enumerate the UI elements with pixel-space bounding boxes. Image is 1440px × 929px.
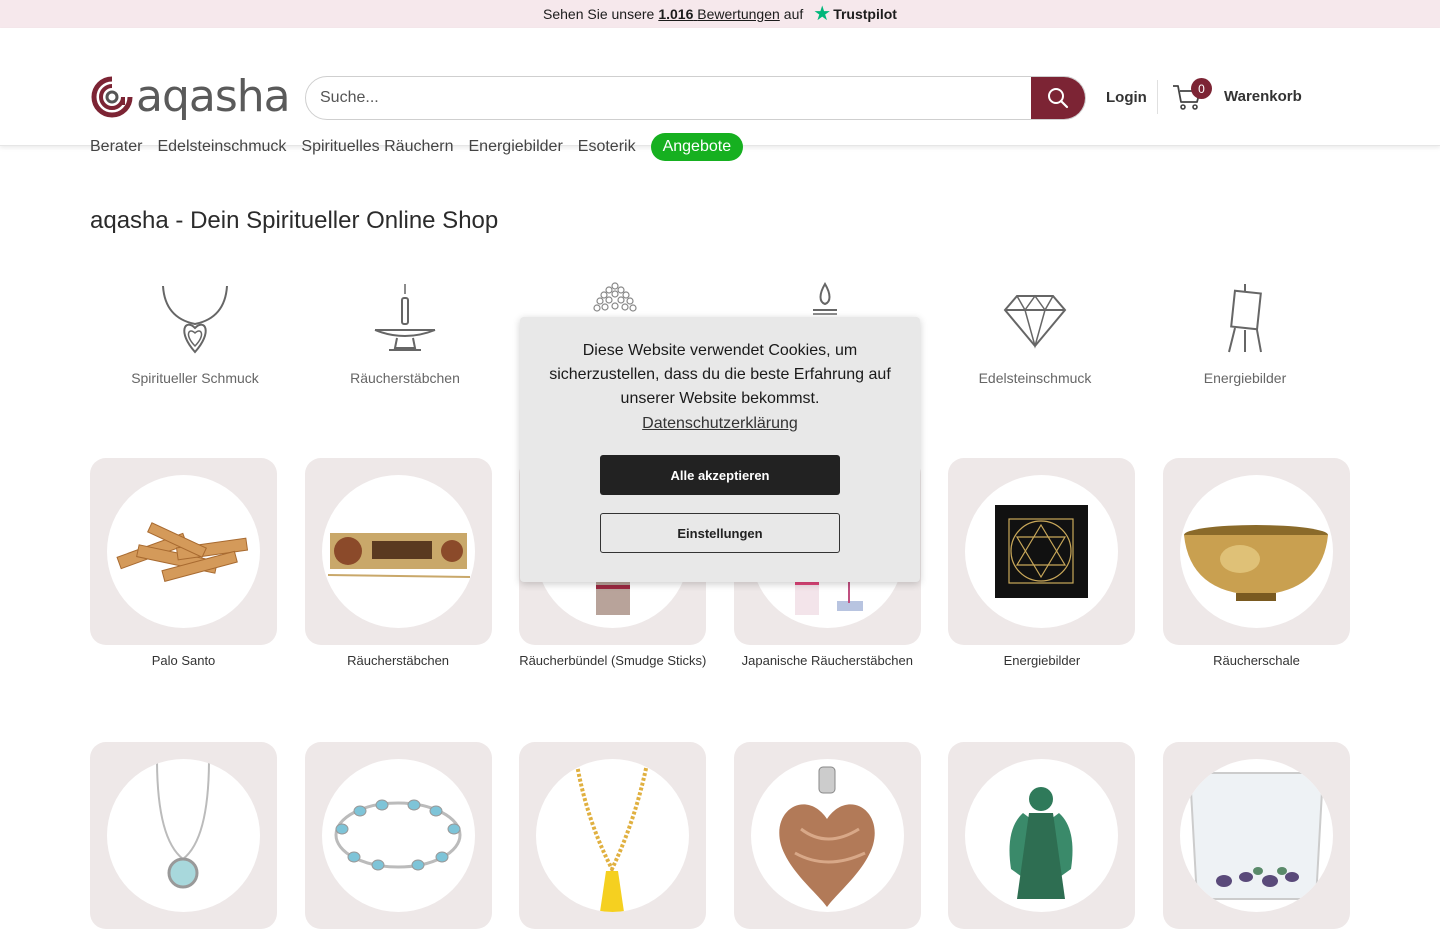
tile-image-circle [1179, 759, 1333, 912]
category-raeucherstaebchen[interactable]: Räucherstäbchen [300, 280, 510, 386]
category-energiebilder[interactable]: Energiebilder [1140, 280, 1350, 386]
site-logo[interactable]: aqasha [90, 71, 291, 122]
heart-pendant-image [779, 766, 875, 907]
search-input[interactable] [306, 77, 1031, 119]
search-icon [1048, 88, 1069, 109]
tile-image-box [1162, 742, 1350, 929]
cart-count-badge: 0 [1191, 78, 1212, 99]
trustpilot-logo[interactable]: ★ Trustpilot [813, 4, 897, 24]
tile-image-box [1162, 458, 1350, 645]
tile-label: Palo Santo [151, 653, 216, 668]
tile-label: Japanische Räucherstäbchen [741, 653, 913, 668]
incense-holder-icon [374, 284, 436, 351]
palo-santo-image [116, 522, 249, 582]
sri-yantra-image [995, 505, 1089, 598]
nav-item-esoterik[interactable]: Esoterik [578, 138, 636, 156]
tile-image-box [90, 742, 277, 929]
tile-raeucherstaebchen[interactable]: Räucherstäbchen [304, 458, 492, 668]
cookie-settings-button[interactable]: Einstellungen [600, 513, 840, 553]
reviews-link[interactable]: 1.016 Bewertungen [658, 6, 779, 22]
tile-label: Räucherbündel (Smudge Sticks) [519, 653, 707, 668]
cart-link[interactable]: Warenkorb [1224, 88, 1302, 105]
trustpilot-brand: Trustpilot [833, 6, 897, 22]
incense-box-image [327, 533, 470, 578]
page-title: aqasha - Dein Spiritueller Online Shop [90, 207, 499, 234]
tile-image-circle [107, 759, 260, 912]
search-bar [305, 76, 1086, 120]
category-spiritueller-schmuck[interactable]: Spiritueller Schmuck [90, 280, 300, 386]
logo-mark-icon [91, 76, 133, 118]
tile-palo-santo[interactable]: Palo Santo [90, 458, 277, 668]
tile-mala-necklace[interactable] [519, 742, 707, 929]
category-edelsteinschmuck[interactable]: Edelsteinschmuck [930, 280, 1140, 386]
main-nav: Berater Edelsteinschmuck Spirituelles Rä… [90, 133, 744, 161]
tile-image-box [519, 742, 707, 929]
tile-raeucherschale[interactable]: Räucherschale [1162, 458, 1350, 668]
reviews-count: 1.016 [658, 6, 694, 22]
logo-text: aqasha [136, 71, 291, 122]
tile-label: Energiebilder [1003, 653, 1081, 668]
trust-prefix: Sehen Sie unsere [543, 6, 655, 22]
pendant-necklace-image [156, 759, 210, 889]
tile-angel-figure[interactable] [948, 742, 1136, 929]
nav-item-spirituelles-raeuchern[interactable]: Spirituelles Räuchern [301, 138, 453, 156]
category-label: Räucherstäbchen [350, 370, 460, 386]
header-divider [1157, 80, 1158, 114]
reviews-link-text: Bewertungen [697, 6, 780, 22]
tile-image-box [948, 458, 1136, 645]
privacy-policy-link[interactable]: Datenschutzerklärung [642, 415, 798, 433]
tile-image-box [304, 742, 492, 929]
login-link[interactable]: Login [1106, 89, 1147, 106]
cookie-message: Diese Website verwendet Cookies, um sich… [549, 342, 891, 407]
incense-bowl-image [1183, 525, 1328, 601]
tile-energiebilder[interactable]: Energiebilder [948, 458, 1136, 668]
category-label: Spiritueller Schmuck [131, 370, 259, 386]
accept-all-cookies-button[interactable]: Alle akzeptieren [600, 455, 840, 495]
tile-image-box [733, 742, 921, 929]
category-label: Edelsteinschmuck [978, 370, 1092, 386]
nav-item-berater[interactable]: Berater [90, 138, 142, 156]
diamond-icon [1003, 294, 1067, 349]
tile-image-circle [1179, 475, 1333, 628]
angel-figure-image [1009, 787, 1073, 899]
search-button[interactable] [1031, 77, 1085, 119]
trustpilot-bar: Sehen Sie unsere 1.016 Bewertungen auf ★… [0, 0, 1440, 28]
heart-pendant-icon [162, 285, 228, 354]
product-tiles-row-2 [90, 742, 1350, 929]
site-header: aqasha Login 0 Warenkorb Berater Edelste… [0, 28, 1440, 161]
nav-item-energiebilder[interactable]: Energiebilder [469, 138, 563, 156]
gemstone-water-glass-image [1188, 772, 1325, 900]
tile-gemstone-water-glass[interactable] [1162, 742, 1350, 929]
tile-pendant-necklace[interactable] [90, 742, 277, 929]
tile-image-circle [107, 475, 260, 628]
tile-image-circle [965, 475, 1119, 628]
gemstone-bracelet-image [334, 799, 462, 871]
tile-label: Räucherstäbchen [347, 653, 450, 668]
category-label: Energiebilder [1203, 370, 1287, 386]
tile-gemstone-bracelet[interactable] [304, 742, 492, 929]
easel-icon [1228, 284, 1262, 353]
mala-necklace-image [574, 759, 651, 912]
tile-label: Räucherschale [1213, 653, 1300, 668]
tile-image-circle [750, 759, 904, 912]
tile-heart-pendant[interactable] [733, 742, 921, 929]
tile-image-box [948, 742, 1136, 929]
cookie-banner: Diese Website verwendet Cookies, um sich… [520, 317, 920, 582]
tile-image-circle [965, 759, 1119, 912]
tile-image-circle [321, 475, 475, 628]
tile-image-box [90, 458, 277, 645]
tile-image-circle [321, 759, 475, 912]
tile-image-box [304, 458, 492, 645]
tile-image-circle [536, 759, 690, 912]
nav-item-edelsteinschmuck[interactable]: Edelsteinschmuck [157, 138, 286, 156]
trust-suffix: auf [783, 6, 804, 22]
nav-item-angebote[interactable]: Angebote [650, 133, 744, 161]
trustpilot-star-icon: ★ [813, 3, 832, 25]
